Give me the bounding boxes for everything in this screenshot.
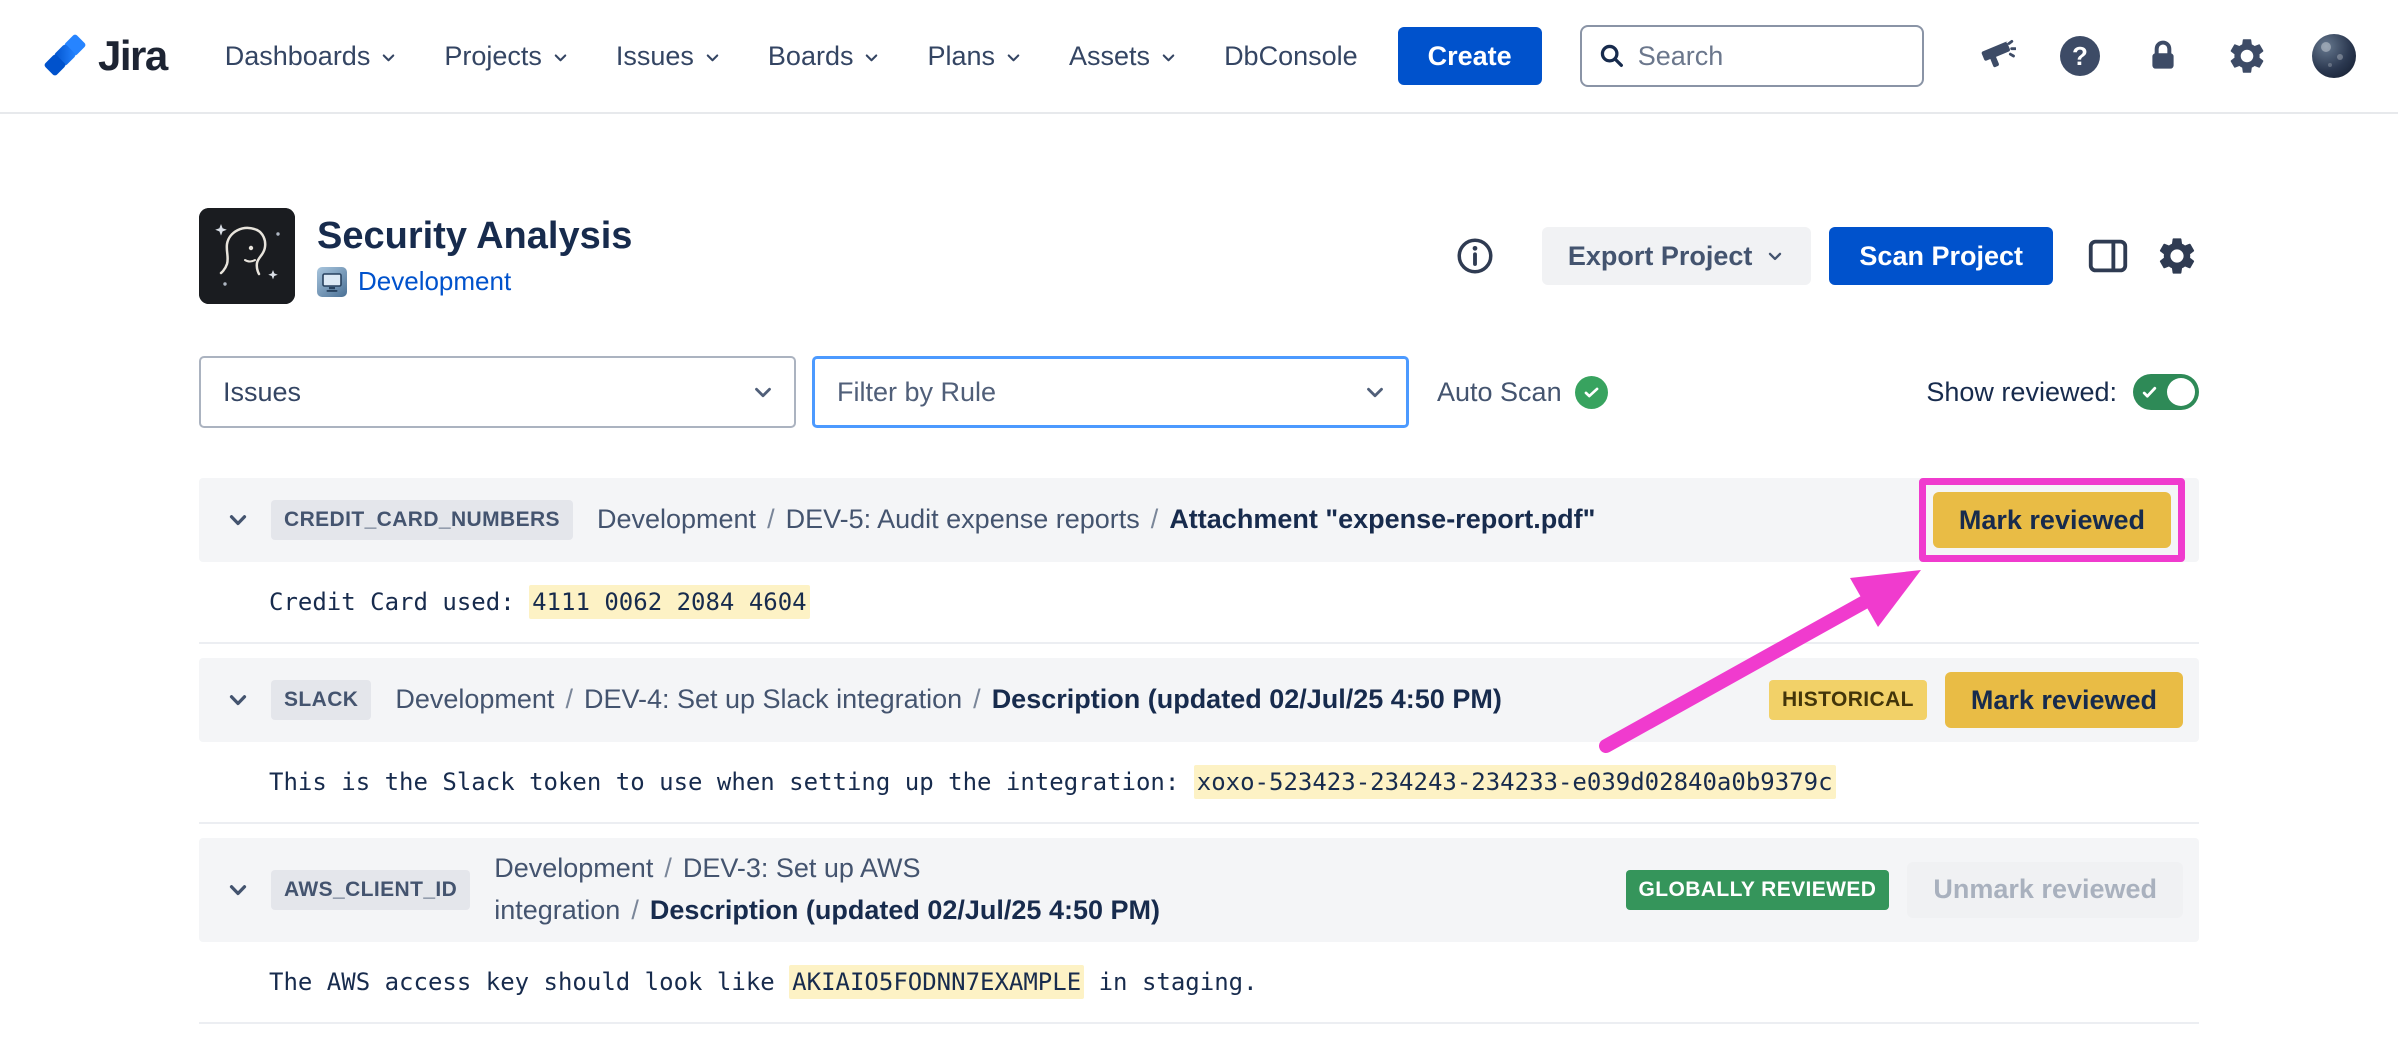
collapse-chevron-icon[interactable] (225, 877, 251, 903)
breadcrumb: Development/DEV-3: Set up AWS integratio… (494, 848, 1174, 932)
create-button[interactable]: Create (1398, 27, 1542, 85)
project-avatar (199, 208, 295, 304)
collapse-chevron-icon[interactable] (225, 687, 251, 713)
jira-logo[interactable]: Jira (42, 32, 167, 80)
finding-snippet: The AWS access key should look like AKIA… (199, 942, 2199, 1024)
megaphone-icon[interactable] (1976, 36, 2016, 76)
toggle-knob (2167, 378, 2195, 406)
chevron-down-icon (703, 48, 722, 67)
nav-dashboards[interactable]: Dashboards (225, 41, 399, 72)
findings-list: CREDIT_CARD_NUMBERS Development/DEV-5: A… (199, 478, 2199, 1024)
rule-badge: SLACK (271, 680, 371, 720)
chevron-down-icon (862, 48, 881, 67)
breadcrumb: Development/DEV-5: Audit expense reports… (597, 499, 1596, 541)
auto-scan-status: Auto Scan (1437, 376, 1608, 409)
rule-filter-select[interactable]: Filter by Rule (812, 356, 1409, 428)
page-header: Security Analysis Development (199, 208, 2199, 304)
help-icon[interactable]: ? (2060, 36, 2100, 76)
unmark-reviewed-button[interactable]: Unmark reviewed (1907, 862, 2183, 918)
page-settings-gear-icon[interactable] (2155, 234, 2199, 278)
nav-issues[interactable]: Issues (616, 41, 722, 72)
primary-nav: Dashboards Projects Issues Boards Plans … (225, 41, 1358, 72)
mark-reviewed-button[interactable]: Mark reviewed (1945, 672, 2183, 728)
project-link[interactable]: Development (358, 266, 511, 297)
secret-highlight: 4111 0062 2084 4604 (529, 585, 810, 619)
show-reviewed-toggle[interactable] (2133, 374, 2199, 410)
finding-actions: Mark reviewed (1897, 490, 2183, 550)
chevron-down-icon (379, 48, 398, 67)
navbar-icon-group: ? (1976, 34, 2356, 78)
jira-app: Jira Dashboards Projects Issues Boards P… (0, 0, 2398, 1040)
finding-header: SLACK Development/DEV-4: Set up Slack in… (199, 658, 2199, 742)
scan-project-button[interactable]: Scan Project (1829, 227, 2053, 285)
lock-icon[interactable] (2144, 37, 2182, 75)
show-reviewed-control: Show reviewed: (1926, 374, 2199, 410)
rule-badge: AWS_CLIENT_ID (271, 870, 470, 910)
jira-wordmark: Jira (98, 32, 167, 80)
user-avatar[interactable] (2312, 34, 2356, 78)
info-icon[interactable] (1454, 235, 1496, 277)
header-actions: Export Project Scan Project (1454, 227, 2199, 285)
chevron-down-icon (1362, 379, 1388, 405)
nav-assets[interactable]: Assets (1069, 41, 1178, 72)
issues-type-select[interactable]: Issues (199, 356, 796, 428)
collapse-chevron-icon[interactable] (225, 507, 251, 533)
filter-row: Issues Filter by Rule Auto Scan Show rev… (199, 356, 2199, 428)
rule-badge: CREDIT_CARD_NUMBERS (271, 500, 573, 540)
finding-credit-card-numbers: CREDIT_CARD_NUMBERS Development/DEV-5: A… (199, 478, 2199, 644)
jira-logo-mark-icon (42, 33, 88, 79)
export-project-button[interactable]: Export Project (1542, 227, 1812, 285)
finding-actions: HISTORICAL Mark reviewed (1745, 672, 2183, 728)
finding-header: CREDIT_CARD_NUMBERS Development/DEV-5: A… (199, 478, 2199, 562)
breadcrumb: Development/DEV-4: Set up Slack integrat… (395, 679, 1501, 721)
main-content: Security Analysis Development (199, 208, 2199, 1024)
nav-projects[interactable]: Projects (444, 41, 570, 72)
finding-aws-client-id: AWS_CLIENT_ID Development/DEV-3: Set up … (199, 838, 2199, 1024)
globally-reviewed-badge: GLOBALLY REVIEWED (1626, 870, 1890, 910)
secret-highlight: AKIAIO5FODNN7EXAMPLE (789, 965, 1084, 999)
chevron-down-icon (1765, 246, 1785, 266)
search-icon (1598, 42, 1626, 70)
finding-slack-token: SLACK Development/DEV-4: Set up Slack in… (199, 658, 2199, 824)
finding-header: AWS_CLIENT_ID Development/DEV-3: Set up … (199, 838, 2199, 942)
nav-plans[interactable]: Plans (927, 41, 1023, 72)
chevron-down-icon (1159, 48, 1178, 67)
nav-dbconsole[interactable]: DbConsole (1224, 41, 1358, 72)
chevron-down-icon (1004, 48, 1023, 67)
historical-badge: HISTORICAL (1769, 680, 1927, 720)
annotation-highlight-box: Mark reviewed (1919, 478, 2185, 562)
search-input[interactable] (1638, 41, 1906, 72)
search-box[interactable] (1580, 25, 1924, 87)
secret-highlight: xoxo-523423-234243-234233-e039d02840a0b9… (1194, 765, 1836, 799)
finding-snippet: Credit Card used: 4111 0062 2084 4604 (199, 562, 2199, 644)
chevron-down-icon (551, 48, 570, 67)
finding-actions: GLOBALLY REVIEWED Unmark reviewed (1602, 862, 2183, 918)
show-reviewed-label: Show reviewed: (1926, 377, 2117, 408)
auto-scan-check-icon (1575, 376, 1608, 409)
settings-gear-icon[interactable] (2226, 35, 2268, 77)
chevron-down-icon (750, 379, 776, 405)
mark-reviewed-button[interactable]: Mark reviewed (1933, 492, 2171, 548)
title-block: Security Analysis Development (317, 215, 632, 298)
details-panel-icon[interactable] (2085, 233, 2131, 279)
auto-scan-label: Auto Scan (1437, 377, 1562, 408)
finding-snippet: This is the Slack token to use when sett… (199, 742, 2199, 824)
top-navbar: Jira Dashboards Projects Issues Boards P… (0, 0, 2398, 114)
page-title: Security Analysis (317, 215, 632, 259)
nav-boards[interactable]: Boards (768, 41, 882, 72)
project-mini-icon (317, 267, 347, 297)
